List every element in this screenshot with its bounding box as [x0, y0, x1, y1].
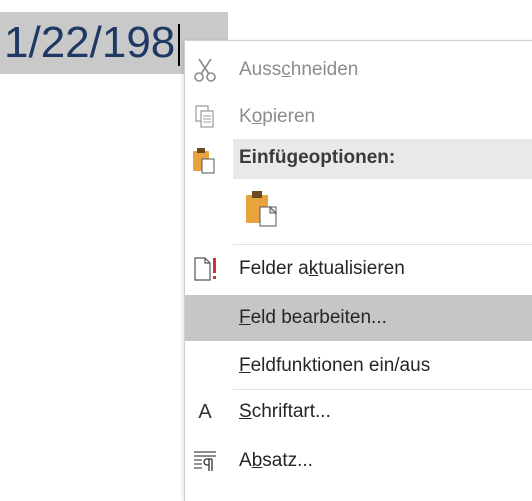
- menu-item-cut[interactable]: Ausschneiden: [185, 47, 532, 93]
- menu-item-label: Felder aktualisieren: [239, 258, 405, 279]
- menu-separator: [233, 244, 532, 245]
- paste-options-header: Einfügeoptionen:: [233, 139, 532, 179]
- context-menu: Ausschneiden Kopieren Einfügeoptionen: F…: [184, 40, 532, 501]
- paste-option-button[interactable]: [239, 187, 285, 233]
- menu-item-copy[interactable]: Kopieren: [185, 94, 532, 140]
- menu-item-paragraph[interactable]: Absatz...: [185, 438, 532, 484]
- clipboard-icon: [191, 145, 219, 175]
- menu-item-font[interactable]: A Schriftart...: [185, 389, 532, 435]
- menu-item-label: Feld bearbeiten...: [239, 307, 387, 328]
- menu-item-toggle-field-codes[interactable]: Feldfunktionen ein/aus: [185, 343, 532, 389]
- scissors-icon: [191, 55, 219, 85]
- update-field-icon: [191, 254, 219, 284]
- paragraph-icon: [191, 446, 219, 476]
- menu-item-label: Absatz...: [239, 450, 313, 471]
- menu-item-label: Ausschneiden: [239, 59, 359, 80]
- menu-item-label: Schriftart...: [239, 401, 331, 422]
- menu-item-label: Kopieren: [239, 106, 316, 127]
- paste-option-icon: [242, 187, 282, 234]
- paste-options-label: Einfügeoptionen:: [239, 147, 396, 168]
- menu-item-edit-field[interactable]: Feld bearbeiten...: [185, 295, 532, 341]
- text-cursor: [178, 24, 180, 66]
- menu-item-label: Feldfunktionen ein/aus: [239, 355, 431, 376]
- menu-item-update-fields[interactable]: Felder aktualisieren: [185, 246, 532, 292]
- copy-icon: [191, 102, 219, 132]
- font-icon: A: [198, 400, 212, 423]
